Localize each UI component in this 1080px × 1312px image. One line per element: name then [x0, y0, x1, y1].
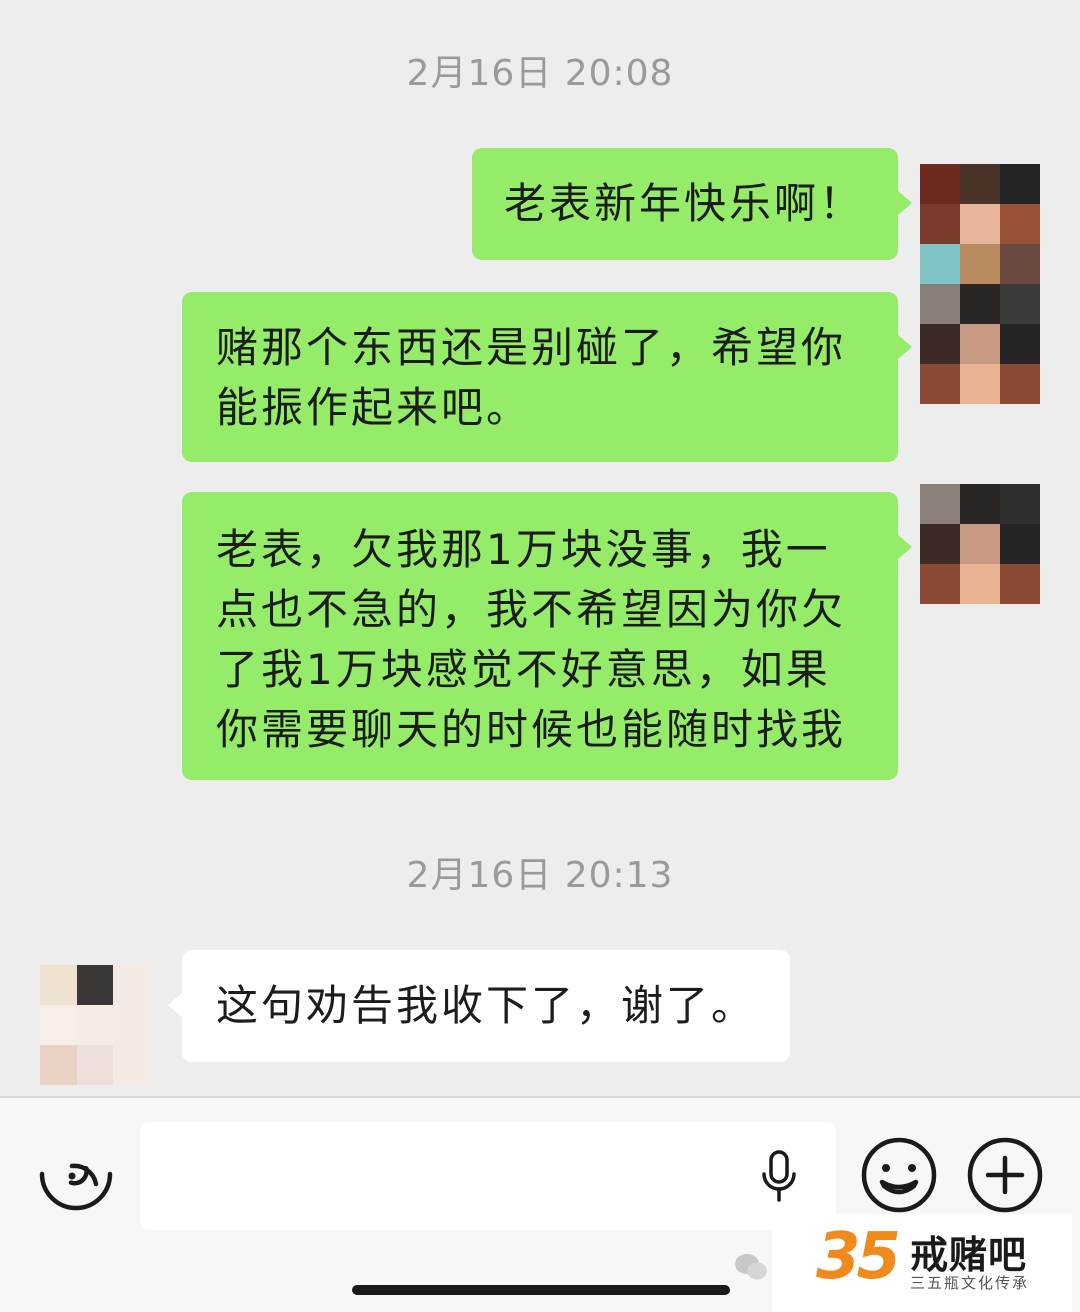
- wechat-logo-icon: [735, 1254, 767, 1280]
- avatar-pixel: [920, 524, 960, 564]
- avatar-pixel: [1000, 324, 1040, 364]
- avatar-pixel: [1000, 204, 1040, 244]
- avatar-pixel: [920, 164, 960, 204]
- avatar[interactable]: [40, 965, 150, 1085]
- avatar[interactable]: [920, 164, 1040, 404]
- message-bubble-outgoing[interactable]: 老表，欠我那1万块没事，我一点也不急的，我不希望因为你欠了我1万块感觉不好意思，…: [182, 492, 912, 780]
- bubble-tail: [897, 190, 912, 216]
- avatar-pixel: [1000, 364, 1040, 404]
- avatar-pixel: [76, 1045, 114, 1085]
- watermark-subtitle: 三五瓶文化传承: [910, 1274, 1030, 1292]
- avatar-pixel: [920, 244, 960, 284]
- avatar-pixel: [920, 324, 960, 364]
- watermark-number: 35: [816, 1220, 901, 1294]
- avatar-pixel: [40, 965, 77, 1005]
- bubble-tail: [897, 334, 912, 360]
- watermark: 35 戒赌吧 三五瓶文化传承: [772, 1214, 1072, 1312]
- avatar-pixel: [960, 164, 1000, 204]
- avatar-pixel: [960, 324, 1000, 364]
- avatar-pixel: [1000, 524, 1040, 564]
- timestamp: 2月16日 20:08: [406, 53, 674, 94]
- message-input[interactable]: [140, 1122, 836, 1230]
- message-bubble-outgoing[interactable]: 老表新年快乐啊！: [472, 148, 912, 260]
- plus-circle-icon[interactable]: [966, 1136, 1044, 1214]
- timestamp: 2月16日 20:13: [406, 855, 674, 896]
- message-bubble-outgoing[interactable]: 赌那个东西还是别碰了，希望你能振作起来吧。: [182, 292, 912, 462]
- message-text: 老表新年快乐啊！: [504, 179, 865, 228]
- avatar-pixel: [1000, 484, 1040, 524]
- avatar-pixel: [76, 1005, 114, 1045]
- avatar-pixel: [960, 244, 1000, 284]
- avatar-pixel: [960, 364, 1000, 404]
- avatar-pixel: [920, 284, 960, 324]
- avatar-pixel: [960, 284, 1000, 324]
- avatar-pixel: [113, 965, 150, 1005]
- avatar-pixel: [920, 204, 960, 244]
- avatar[interactable]: [920, 484, 1040, 604]
- avatar-pixel: [920, 364, 960, 404]
- smiley-face-icon[interactable]: [860, 1136, 938, 1214]
- avatar-pixel: [1000, 564, 1040, 604]
- watermark-title: 戒赌吧: [910, 1233, 1028, 1277]
- avatar-pixel: [1000, 284, 1040, 324]
- voice-wave-icon[interactable]: [38, 1150, 114, 1214]
- bubble-tail: [897, 534, 912, 560]
- message-text: 老表，欠我那1万块没事，我一点也不急的，我不希望因为你欠了我1万块感觉不好意思，…: [216, 525, 847, 754]
- avatar-pixel: [960, 484, 1000, 524]
- avatar-pixel: [40, 1005, 77, 1045]
- avatar-pixel: [960, 564, 1000, 604]
- avatar-pixel: [40, 1045, 77, 1085]
- avatar-pixel: [920, 564, 960, 604]
- avatar-pixel: [960, 524, 1000, 564]
- avatar-pixel: [920, 484, 960, 524]
- message-text: 赌那个东西还是别碰了，希望你能振作起来吧。: [216, 323, 847, 432]
- avatar-pixel: [76, 965, 114, 1005]
- home-indicator: [352, 1285, 730, 1295]
- microphone-icon[interactable]: [760, 1150, 798, 1204]
- bubble-tail: [168, 992, 183, 1018]
- avatar-pixel: [113, 1045, 150, 1085]
- message-text: 这句劝告我收下了，谢了。: [216, 981, 757, 1030]
- message-bubble-incoming[interactable]: 这句劝告我收下了，谢了。: [168, 950, 790, 1062]
- avatar-pixel: [1000, 164, 1040, 204]
- avatar-pixel: [960, 204, 1000, 244]
- avatar-pixel: [113, 1005, 150, 1045]
- avatar-pixel: [1000, 244, 1040, 284]
